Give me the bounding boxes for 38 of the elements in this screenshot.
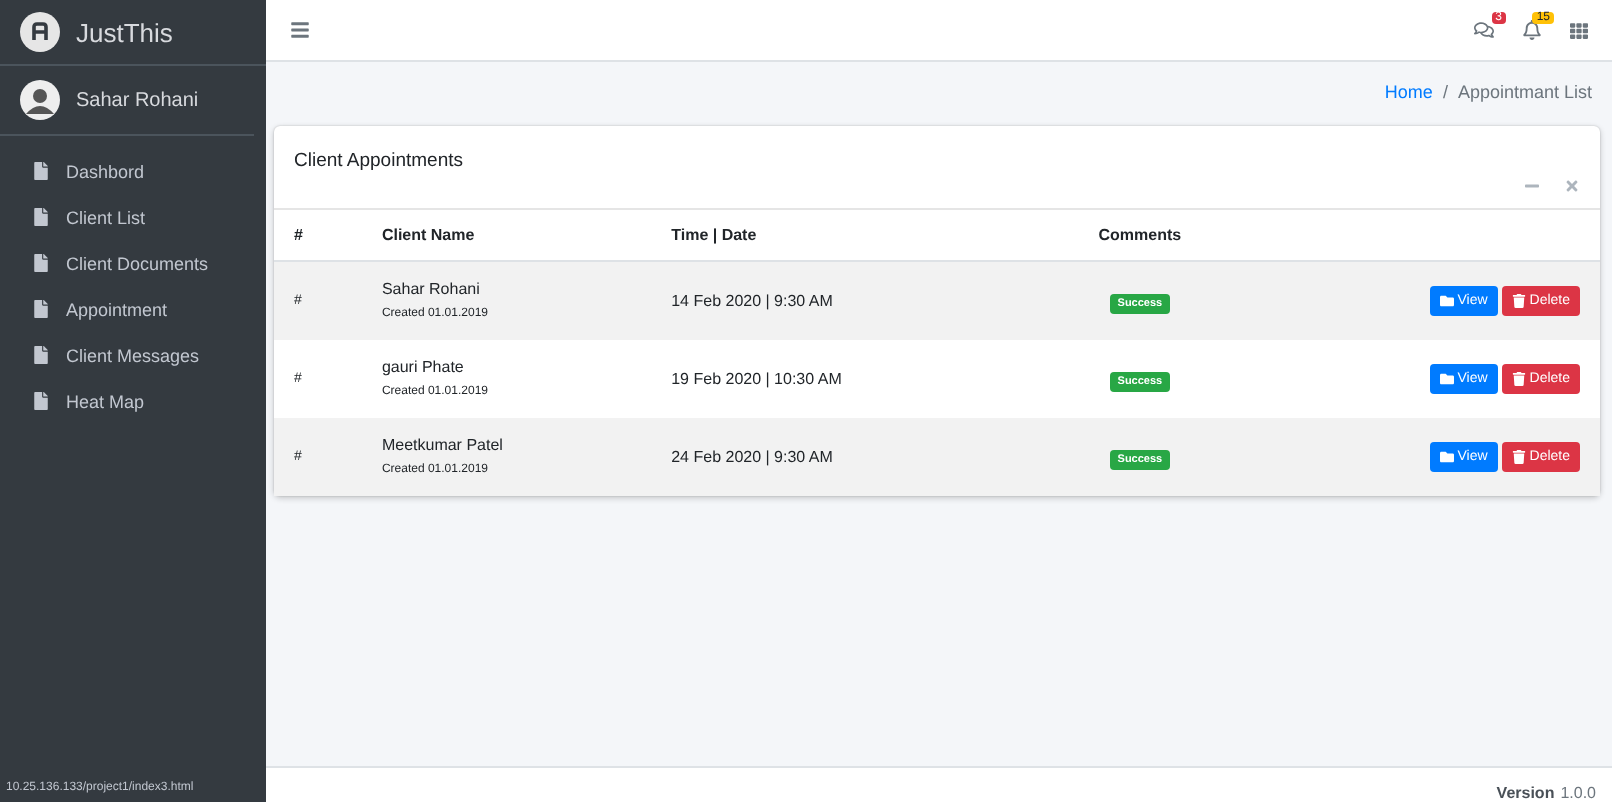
breadcrumb-link[interactable]: Home xyxy=(1384,82,1433,102)
logo-icon xyxy=(20,12,60,52)
file-icon xyxy=(32,392,50,410)
file-icon xyxy=(32,208,50,226)
brand-name: JustThis xyxy=(76,17,173,47)
bell-icon[interactable] xyxy=(1522,20,1542,40)
table-cell: 14 Feb 2020 | 9:30 AM xyxy=(651,261,1030,339)
folder-icon xyxy=(1439,293,1454,308)
avatar-icon xyxy=(20,80,60,120)
table-cell: 24 Feb 2020 | 9:30 AM xyxy=(651,417,1030,495)
grid-icon[interactable] xyxy=(1570,21,1588,39)
version-label: Version xyxy=(1496,784,1555,802)
file-icon xyxy=(32,300,50,318)
sidebar-item[interactable]: Heat Map xyxy=(0,378,266,424)
trash-icon xyxy=(1511,293,1526,308)
comments-icon[interactable] xyxy=(1474,20,1494,40)
breadcrumb-separator: / xyxy=(1442,82,1448,102)
trash-icon xyxy=(1511,371,1526,385)
client-name: Sahar Rohani xyxy=(381,280,482,299)
client-name: gauri Phate xyxy=(381,358,466,376)
folder-icon xyxy=(1439,449,1454,463)
sidebar-item[interactable]: Dashbord xyxy=(0,148,266,194)
file-icon xyxy=(32,346,50,364)
sidebar-item[interactable]: Appointment xyxy=(0,286,266,332)
sidebar-item[interactable]: Client Documents xyxy=(0,240,266,286)
breadcrumb-current: Appointmant List xyxy=(1457,82,1592,102)
card-title: Client Appointments xyxy=(294,150,463,172)
file-icon xyxy=(32,162,50,180)
table-cell: 19 Feb 2020 | 10:30 AM xyxy=(651,339,1030,417)
client-name: Meetkumar Patel xyxy=(381,436,505,454)
sidebar-item[interactable]: Client List xyxy=(0,194,266,240)
sidebar-item[interactable]: Client Messages xyxy=(0,332,266,378)
file-icon xyxy=(32,254,50,272)
version-number: 1.0.0 xyxy=(1560,784,1596,802)
user-name: Sahar Rohani xyxy=(76,89,199,111)
menu-icon[interactable] xyxy=(290,20,310,40)
folder-icon xyxy=(1439,371,1454,385)
trash-icon xyxy=(1511,449,1526,463)
